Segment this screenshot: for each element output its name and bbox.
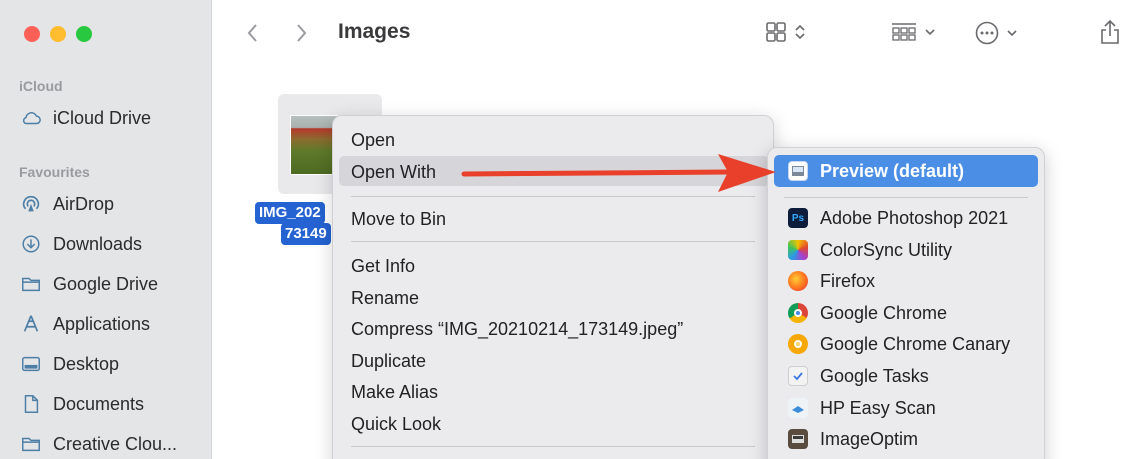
preview-icon bbox=[788, 161, 808, 181]
google-tasks-icon bbox=[788, 366, 808, 386]
back-button[interactable] bbox=[238, 18, 268, 48]
menu-separator bbox=[351, 241, 755, 242]
menu-item-open[interactable]: Open bbox=[351, 130, 395, 151]
menu-item-get-info[interactable]: Get Info bbox=[351, 256, 415, 277]
menu-item-open-with[interactable]: Open With bbox=[351, 162, 436, 183]
file-thumbnail[interactable] bbox=[290, 115, 338, 175]
desktop-icon bbox=[19, 353, 43, 375]
chevron-down-icon bbox=[925, 29, 935, 36]
photoshop-icon: Ps bbox=[788, 208, 808, 228]
colorsync-icon bbox=[788, 240, 808, 260]
app-label: Adobe Photoshop 2021 bbox=[820, 207, 1009, 228]
app-firefox[interactable]: Firefox bbox=[788, 269, 875, 293]
sidebar-item-label: Downloads bbox=[53, 233, 143, 254]
folder-icon bbox=[19, 433, 43, 455]
toolbar: Images bbox=[212, 0, 1122, 70]
menu-item-move-to-bin[interactable]: Move to Bin bbox=[351, 209, 446, 230]
app-google-chrome-canary[interactable]: Google Chrome Canary bbox=[788, 332, 1010, 356]
menu-item-make-alias[interactable]: Make Alias bbox=[351, 382, 438, 403]
file-name[interactable]: IMG_202 bbox=[255, 202, 325, 224]
app-colorsync-utility[interactable]: ColorSync Utility bbox=[788, 238, 952, 262]
close-window-button[interactable] bbox=[24, 26, 40, 42]
sidebar-item-applications[interactable]: Applications bbox=[19, 311, 150, 337]
app-label: Google Chrome Canary bbox=[820, 333, 1011, 354]
sidebar-item-icloud-drive[interactable]: iCloud Drive bbox=[19, 105, 151, 131]
sidebar-item-google-drive[interactable]: Google Drive bbox=[19, 271, 158, 297]
sidebar-section-icloud: iCloud bbox=[19, 78, 63, 94]
sidebar-item-downloads[interactable]: Downloads bbox=[19, 231, 142, 257]
app-label: Google Tasks bbox=[820, 365, 929, 386]
chrome-canary-icon bbox=[788, 334, 808, 354]
download-icon bbox=[19, 233, 43, 255]
sidebar-item-label: Documents bbox=[53, 393, 145, 414]
red-arrow-annotation bbox=[461, 154, 776, 192]
app-adobe-photoshop[interactable]: Ps Adobe Photoshop 2021 bbox=[788, 206, 1008, 230]
cloud-icon bbox=[19, 107, 43, 129]
app-imageoptim[interactable]: ImageOptim bbox=[788, 427, 918, 451]
menu-item-rename[interactable]: Rename bbox=[351, 288, 419, 309]
folder-icon bbox=[19, 273, 43, 295]
share-icon bbox=[1101, 19, 1119, 44]
menu-item-duplicate[interactable]: Duplicate bbox=[351, 351, 426, 372]
sidebar-item-label: Applications bbox=[53, 313, 151, 334]
hp-scan-icon bbox=[788, 398, 808, 418]
group-by-button[interactable] bbox=[890, 20, 936, 44]
app-preview-default[interactable]: Preview (default) bbox=[788, 159, 964, 183]
chevron-updown-icon bbox=[795, 24, 805, 40]
open-with-submenu: Preview (default) Ps Adobe Photoshop 202… bbox=[767, 147, 1045, 459]
app-label: Google Chrome bbox=[820, 302, 948, 323]
applications-icon bbox=[19, 313, 43, 335]
sidebar-item-airdrop[interactable]: AirDrop bbox=[19, 191, 114, 217]
document-icon bbox=[19, 393, 43, 415]
menu-item-compress[interactable]: Compress “IMG_20210214_173149.jpeg” bbox=[351, 319, 683, 340]
sidebar-item-documents[interactable]: Documents bbox=[19, 391, 144, 417]
forward-button[interactable] bbox=[286, 18, 316, 48]
window-title: Images bbox=[338, 20, 411, 43]
sidebar-item-desktop[interactable]: Desktop bbox=[19, 351, 119, 377]
app-label: ImageOptim bbox=[820, 428, 919, 449]
sidebar-section-favourites: Favourites bbox=[19, 164, 90, 180]
view-mode-button[interactable] bbox=[764, 20, 806, 44]
sidebar: iCloud iCloud Drive Favourites AirDrop D… bbox=[0, 0, 212, 459]
sidebar-item-label: iCloud Drive bbox=[53, 107, 152, 128]
app-hp-easy-scan[interactable]: HP Easy Scan bbox=[788, 396, 936, 420]
chevron-right-icon bbox=[297, 24, 307, 42]
menu-item-quick-look[interactable]: Quick Look bbox=[351, 414, 441, 435]
more-icon bbox=[975, 21, 999, 45]
app-label: HP Easy Scan bbox=[820, 397, 936, 418]
submenu-separator bbox=[784, 197, 1028, 198]
chrome-icon bbox=[788, 303, 808, 323]
share-button[interactable] bbox=[1098, 18, 1122, 46]
app-google-chrome[interactable]: Google Chrome bbox=[788, 301, 947, 325]
sidebar-item-label: Creative Clou... bbox=[53, 433, 178, 454]
chevron-left-icon bbox=[247, 24, 257, 42]
menu-separator bbox=[351, 446, 755, 447]
file-name-line2[interactable]: 73149 bbox=[281, 223, 331, 245]
zoom-window-button[interactable] bbox=[76, 26, 92, 42]
group-icon bbox=[892, 23, 916, 41]
app-google-tasks[interactable]: Google Tasks bbox=[788, 364, 929, 388]
app-label: ColorSync Utility bbox=[820, 239, 953, 260]
chevron-down-icon bbox=[1007, 30, 1017, 37]
imageoptim-icon bbox=[788, 429, 808, 449]
window-controls bbox=[24, 26, 92, 42]
firefox-icon bbox=[788, 271, 808, 291]
app-label: Firefox bbox=[820, 270, 876, 291]
sidebar-item-label: Google Drive bbox=[53, 273, 159, 294]
app-label: Preview (default) bbox=[820, 160, 965, 181]
sidebar-item-label: Desktop bbox=[53, 353, 120, 374]
sidebar-item-creative-cloud[interactable]: Creative Clou... bbox=[19, 431, 177, 457]
grid-view-icon bbox=[766, 22, 786, 42]
airdrop-icon bbox=[19, 193, 43, 215]
finder-window: iCloud iCloud Drive Favourites AirDrop D… bbox=[0, 0, 1122, 459]
actions-button[interactable] bbox=[974, 20, 1018, 46]
minimize-window-button[interactable] bbox=[50, 26, 66, 42]
sidebar-item-label: AirDrop bbox=[53, 193, 115, 214]
